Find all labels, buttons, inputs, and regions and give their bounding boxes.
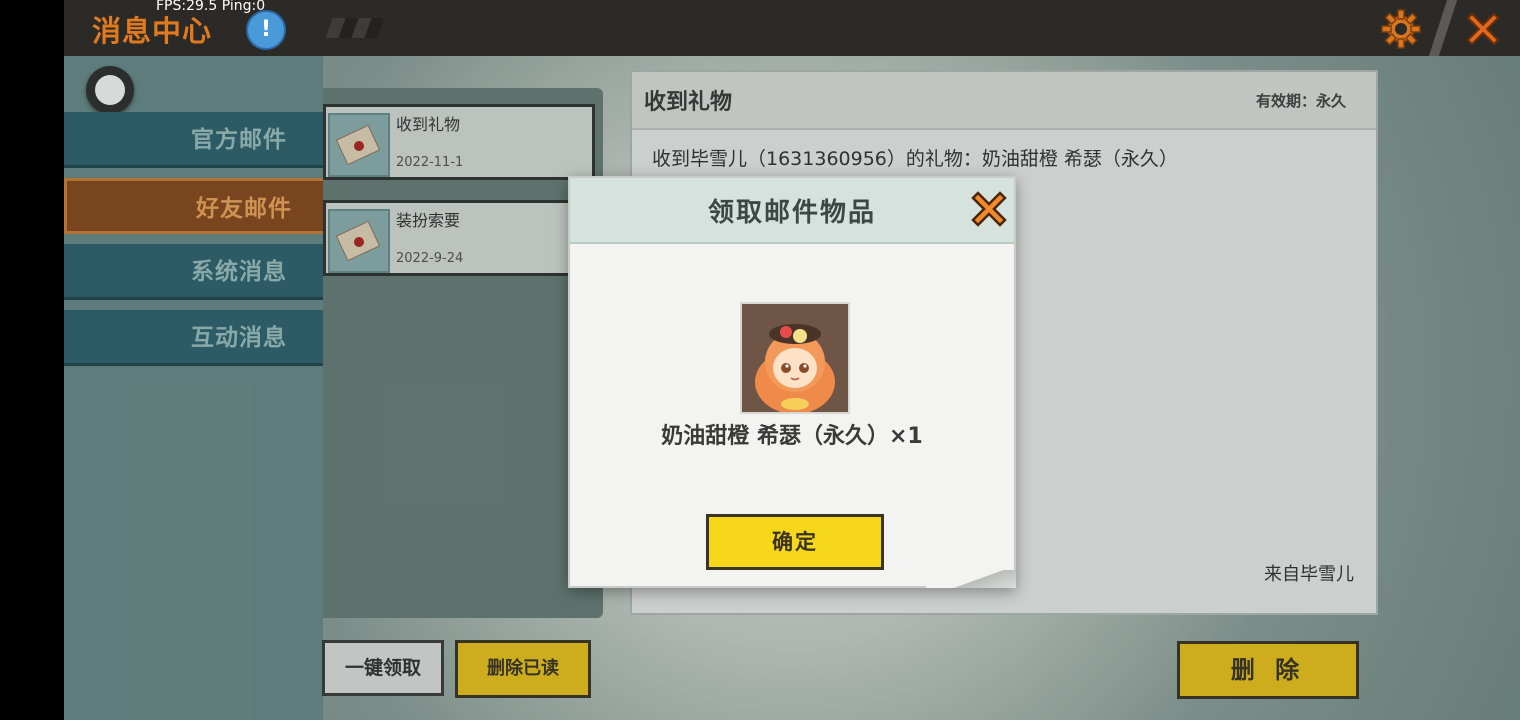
game-screen: 消息中心 FPS:29.5 Ping:0 ! 官方邮件 好友邮件 系统消息 互动… — [64, 0, 1520, 720]
page-curl-decoration — [926, 570, 1016, 588]
top-bar: 消息中心 FPS:29.5 Ping:0 ! — [64, 0, 1520, 56]
confirm-button[interactable]: 确定 — [706, 514, 884, 570]
page-title: 消息中心 — [92, 14, 213, 48]
close-icon[interactable] — [1462, 8, 1504, 50]
item-avatar-slot — [740, 302, 850, 414]
close-icon[interactable] — [968, 188, 1010, 230]
item-name: 奶油甜橙 希瑟（永久）×1 — [661, 424, 923, 449]
checker-decoration — [325, 18, 385, 38]
dialog-header: 领取邮件物品 — [570, 178, 1014, 244]
dialog-title: 领取邮件物品 — [707, 198, 876, 228]
claim-items-dialog: 领取邮件物品 奶油甜橙 希瑟（永久）×1 确定 — [568, 176, 1016, 588]
info-icon[interactable]: ! — [246, 10, 286, 50]
character-portrait-icon — [742, 304, 848, 414]
gear-icon[interactable] — [1380, 8, 1422, 50]
fps-readout: FPS:29.5 Ping:0 — [156, 0, 266, 14]
topbar-divider — [1428, 0, 1458, 56]
